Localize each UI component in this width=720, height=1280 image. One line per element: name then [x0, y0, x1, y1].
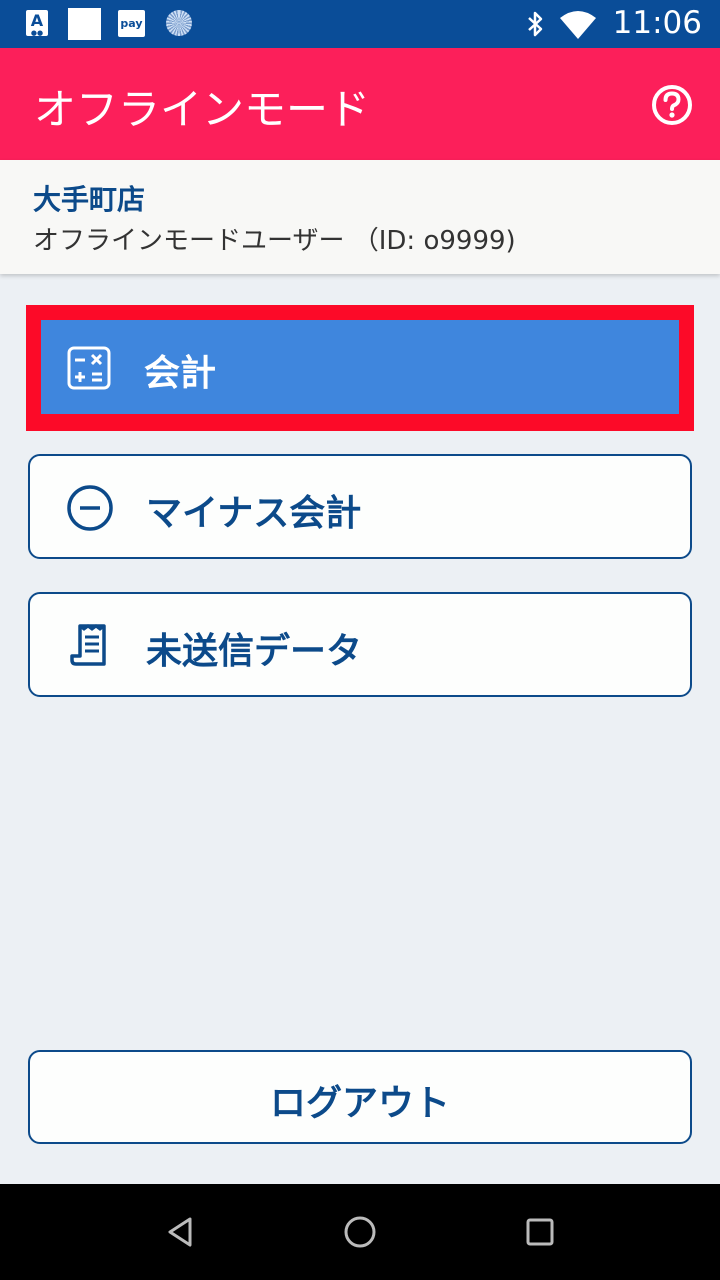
unsent-data-label: 未送信データ — [146, 631, 363, 672]
user-label: オフラインモードユーザー （ID: o9999) — [33, 226, 516, 256]
back-icon[interactable] — [163, 1215, 197, 1249]
minus-checkout-button[interactable]: マイナス会計 — [28, 454, 692, 559]
bluetooth-icon — [528, 11, 543, 37]
minus-checkout-label: マイナス会計 — [146, 493, 362, 534]
app-bar: オフラインモード — [0, 48, 720, 160]
logout-label: ログアウト — [269, 1083, 450, 1124]
a-app-icon: A ●● — [26, 10, 48, 37]
minus-circle-icon — [67, 485, 113, 531]
logout-button[interactable]: ログアウト — [28, 1050, 692, 1144]
status-bar: A ●● pay 11:06 — [0, 0, 720, 48]
pay-app-label: pay — [120, 17, 143, 30]
receipt-icon — [70, 624, 106, 666]
pay-app-icon: pay — [118, 10, 145, 37]
user-info-panel: 大手町店 オフラインモードユーザー （ID: o9999) — [0, 160, 720, 274]
home-icon[interactable] — [343, 1215, 377, 1249]
calculator-icon — [67, 346, 111, 390]
checkout-button[interactable]: 会計 — [41, 320, 679, 414]
status-time: 11:06 — [612, 5, 702, 41]
a-app-letter: A — [30, 11, 44, 30]
store-name: 大手町店 — [33, 183, 146, 216]
wifi-icon — [560, 11, 596, 39]
navigation-bar — [0, 1184, 720, 1280]
checkout-label: 会計 — [144, 353, 217, 394]
recent-apps-icon[interactable] — [523, 1215, 557, 1249]
unsent-data-button[interactable]: 未送信データ — [28, 592, 692, 697]
sync-icon — [166, 10, 192, 36]
help-icon[interactable] — [651, 84, 693, 126]
page-title: オフラインモード — [34, 85, 371, 134]
blank-app-icon — [68, 8, 101, 40]
